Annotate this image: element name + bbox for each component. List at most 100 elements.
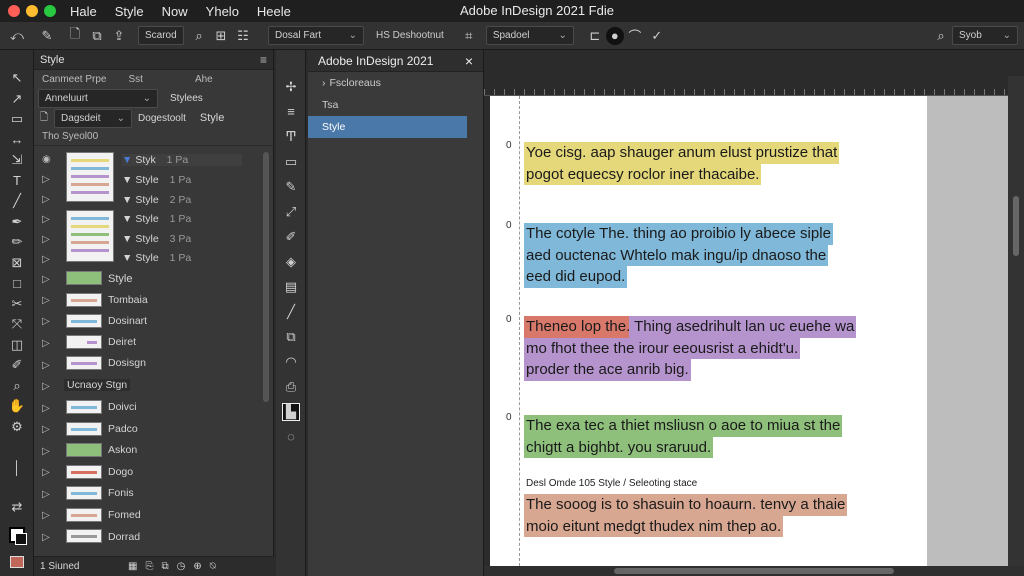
list-item[interactable]: Dogo xyxy=(108,466,133,478)
tint-icon[interactable]: ▤ xyxy=(276,274,306,299)
search-field[interactable]: Scarod xyxy=(138,26,184,45)
layers-icon[interactable]: ☷ xyxy=(232,25,254,47)
horizontal-scrollbar[interactable] xyxy=(484,566,1024,576)
line-tool-icon[interactable]: ╱ xyxy=(0,191,34,212)
record-icon[interactable]: ● xyxy=(605,26,624,45)
list-item[interactable]: Dosinart xyxy=(108,315,147,327)
zoom-tool-icon[interactable]: ⌕ xyxy=(0,376,34,397)
menu-item[interactable]: Yhelo xyxy=(206,4,239,19)
list-item[interactable]: Ucnaoy Stgn xyxy=(64,379,131,391)
scissors-tool-icon[interactable]: ✂ xyxy=(0,294,34,315)
type-path-icon[interactable]: Ͳ xyxy=(276,124,306,149)
type-tool-icon[interactable]: T xyxy=(0,171,34,192)
copy-icon[interactable]: ⧉ xyxy=(86,25,108,47)
horizontal-ruler[interactable] xyxy=(484,76,1008,96)
transform-icon[interactable]: ⤢ xyxy=(276,199,306,224)
list-item[interactable]: ▼ Style 2 Pa xyxy=(122,194,191,206)
anchor-tool-icon[interactable]: ✢ xyxy=(276,74,306,99)
crop-icon[interactable]: ⌗ xyxy=(458,25,480,47)
vertical-slider-icon[interactable]: │ xyxy=(0,437,34,497)
pencil-tool-icon[interactable]: ✏ xyxy=(0,232,34,253)
link-icon[interactable]: ⎘ xyxy=(145,561,153,572)
active-page-icon[interactable]: ▙ xyxy=(276,399,306,424)
lasso-icon[interactable]: ◌ xyxy=(276,424,306,449)
list-item[interactable]: Askon xyxy=(108,444,137,456)
new-style-icon[interactable]: ⊕ xyxy=(193,561,201,572)
curve-icon[interactable]: ⌒ xyxy=(624,25,646,47)
close-window-button[interactable] xyxy=(8,5,20,17)
styles-scrollbar[interactable] xyxy=(263,152,269,402)
popup-item[interactable]: Tsa xyxy=(308,94,483,116)
list-item[interactable]: Dorrad xyxy=(108,531,140,543)
zoom-search-icon[interactable]: ⌕ xyxy=(930,25,952,47)
list-item[interactable]: ▼ Style 1 Pa xyxy=(122,213,191,225)
shape-icon[interactable]: ◠ xyxy=(276,349,306,374)
settings-icon[interactable]: ⚙ xyxy=(0,417,34,438)
note-tool-icon[interactable]: ✐ xyxy=(0,355,34,376)
menu-item[interactable]: Hale xyxy=(70,4,97,19)
free-transform-tool-icon[interactable]: ⤧ xyxy=(0,314,34,335)
spread-dropdown[interactable]: Spadoel xyxy=(485,26,574,45)
style-thumbnail[interactable] xyxy=(66,210,114,262)
copy-style-icon[interactable]: ⧉ xyxy=(161,561,168,572)
style-thumbnail[interactable] xyxy=(66,152,114,202)
align-icon[interactable]: ≡ xyxy=(276,99,306,124)
grid-icon[interactable]: ⊞ xyxy=(210,25,232,47)
list-item[interactable]: Dosisgn xyxy=(108,357,146,369)
panel-menu-icon[interactable]: ≡ xyxy=(260,53,267,67)
page-tool-icon[interactable]: ▭ xyxy=(0,109,34,130)
menu-item[interactable]: Style xyxy=(115,4,144,19)
edit-icon[interactable]: ✎ xyxy=(36,25,58,47)
frame-tool-icon[interactable]: ▭ xyxy=(276,149,306,174)
clock-icon[interactable]: ◷ xyxy=(177,561,186,572)
list-item[interactable]: Padco xyxy=(108,423,138,435)
zoom-window-button[interactable] xyxy=(44,5,56,17)
paragraph-3[interactable]: Theneo lop the. Thing asedrihult lan uc … xyxy=(524,316,857,381)
rectangle-frame-tool-icon[interactable]: ⊠ xyxy=(0,253,34,274)
list-item[interactable]: Fonis xyxy=(108,487,134,499)
list-item[interactable]: ▼ Style 3 Pa xyxy=(122,233,191,245)
document-icon[interactable]: 🗋 xyxy=(64,25,86,47)
menu-item[interactable]: Now xyxy=(162,4,188,19)
print-icon[interactable]: ⎙ xyxy=(276,374,306,399)
zoom-dropdown[interactable]: Syob xyxy=(952,26,1018,45)
style-dropdown[interactable]: Dosal Fart xyxy=(268,26,364,45)
pen-tool-icon[interactable]: ✒ xyxy=(0,212,34,233)
list-item[interactable]: Deiret xyxy=(108,336,136,348)
line-icon[interactable]: ╱ xyxy=(276,299,306,324)
list-item[interactable]: Fomed xyxy=(108,509,141,521)
apply-color-swatch[interactable] xyxy=(0,552,34,573)
paragraph-4[interactable]: The exa tec a thiet msliusn o aoe to miu… xyxy=(524,415,843,458)
preview-mode-icon[interactable]: ▣ xyxy=(0,572,34,576)
swap-colors-icon[interactable]: ⇄ xyxy=(0,497,34,518)
paragraph-1[interactable]: Yoe cisg. aap shauger anum elust prustiz… xyxy=(524,142,840,185)
gradient-tool-icon[interactable]: ◫ xyxy=(0,335,34,356)
back-arrow-icon[interactable]: ⤺ xyxy=(6,25,28,47)
brush-icon[interactable]: ✐ xyxy=(276,224,306,249)
scroll-thumb[interactable] xyxy=(1013,196,1019,256)
list-item[interactable]: ▼ Style 1 Pa xyxy=(122,174,191,186)
list-item[interactable]: Doivci xyxy=(108,401,137,413)
frame-icon[interactable]: ⊏ xyxy=(584,25,606,47)
popup-item[interactable]: › Fscloreaus xyxy=(308,72,483,94)
paragraph-2[interactable]: The cotyle The. thing ao proibio ly abec… xyxy=(524,223,833,288)
rectangle-tool-icon[interactable]: □ xyxy=(0,273,34,294)
list-item[interactable]: ▼ Style 1 Pa xyxy=(122,252,191,264)
close-icon[interactable]: × xyxy=(465,53,473,69)
group-dropdown[interactable]: Anneluurt xyxy=(38,88,158,108)
new-group-icon[interactable]: ▦ xyxy=(128,561,137,572)
hand-tool-icon[interactable]: ✋ xyxy=(0,396,34,417)
minimize-window-button[interactable] xyxy=(26,5,38,17)
search-icon[interactable]: ⌕ xyxy=(188,25,210,47)
effects-icon[interactable]: ◈ xyxy=(276,249,306,274)
selection-tool-icon[interactable]: ↖ xyxy=(0,68,34,89)
pen-icon[interactable]: ✓ xyxy=(646,25,668,47)
direct-selection-tool-icon[interactable]: ↗ xyxy=(0,89,34,110)
eyedropper-icon[interactable]: ✎ xyxy=(276,174,306,199)
paragraph-5[interactable]: The sooog is to shasuin to hoaurn. tenvy… xyxy=(524,494,848,537)
export-icon[interactable]: ⇪ xyxy=(108,25,130,47)
list-item[interactable]: Style xyxy=(108,273,132,285)
document-page[interactable]: 0 Yoe cisg. aap shauger anum elust prust… xyxy=(490,96,927,566)
filter-dropdown[interactable]: Dagsdeit xyxy=(54,108,133,128)
popup-item-selected[interactable]: Style xyxy=(308,116,467,138)
